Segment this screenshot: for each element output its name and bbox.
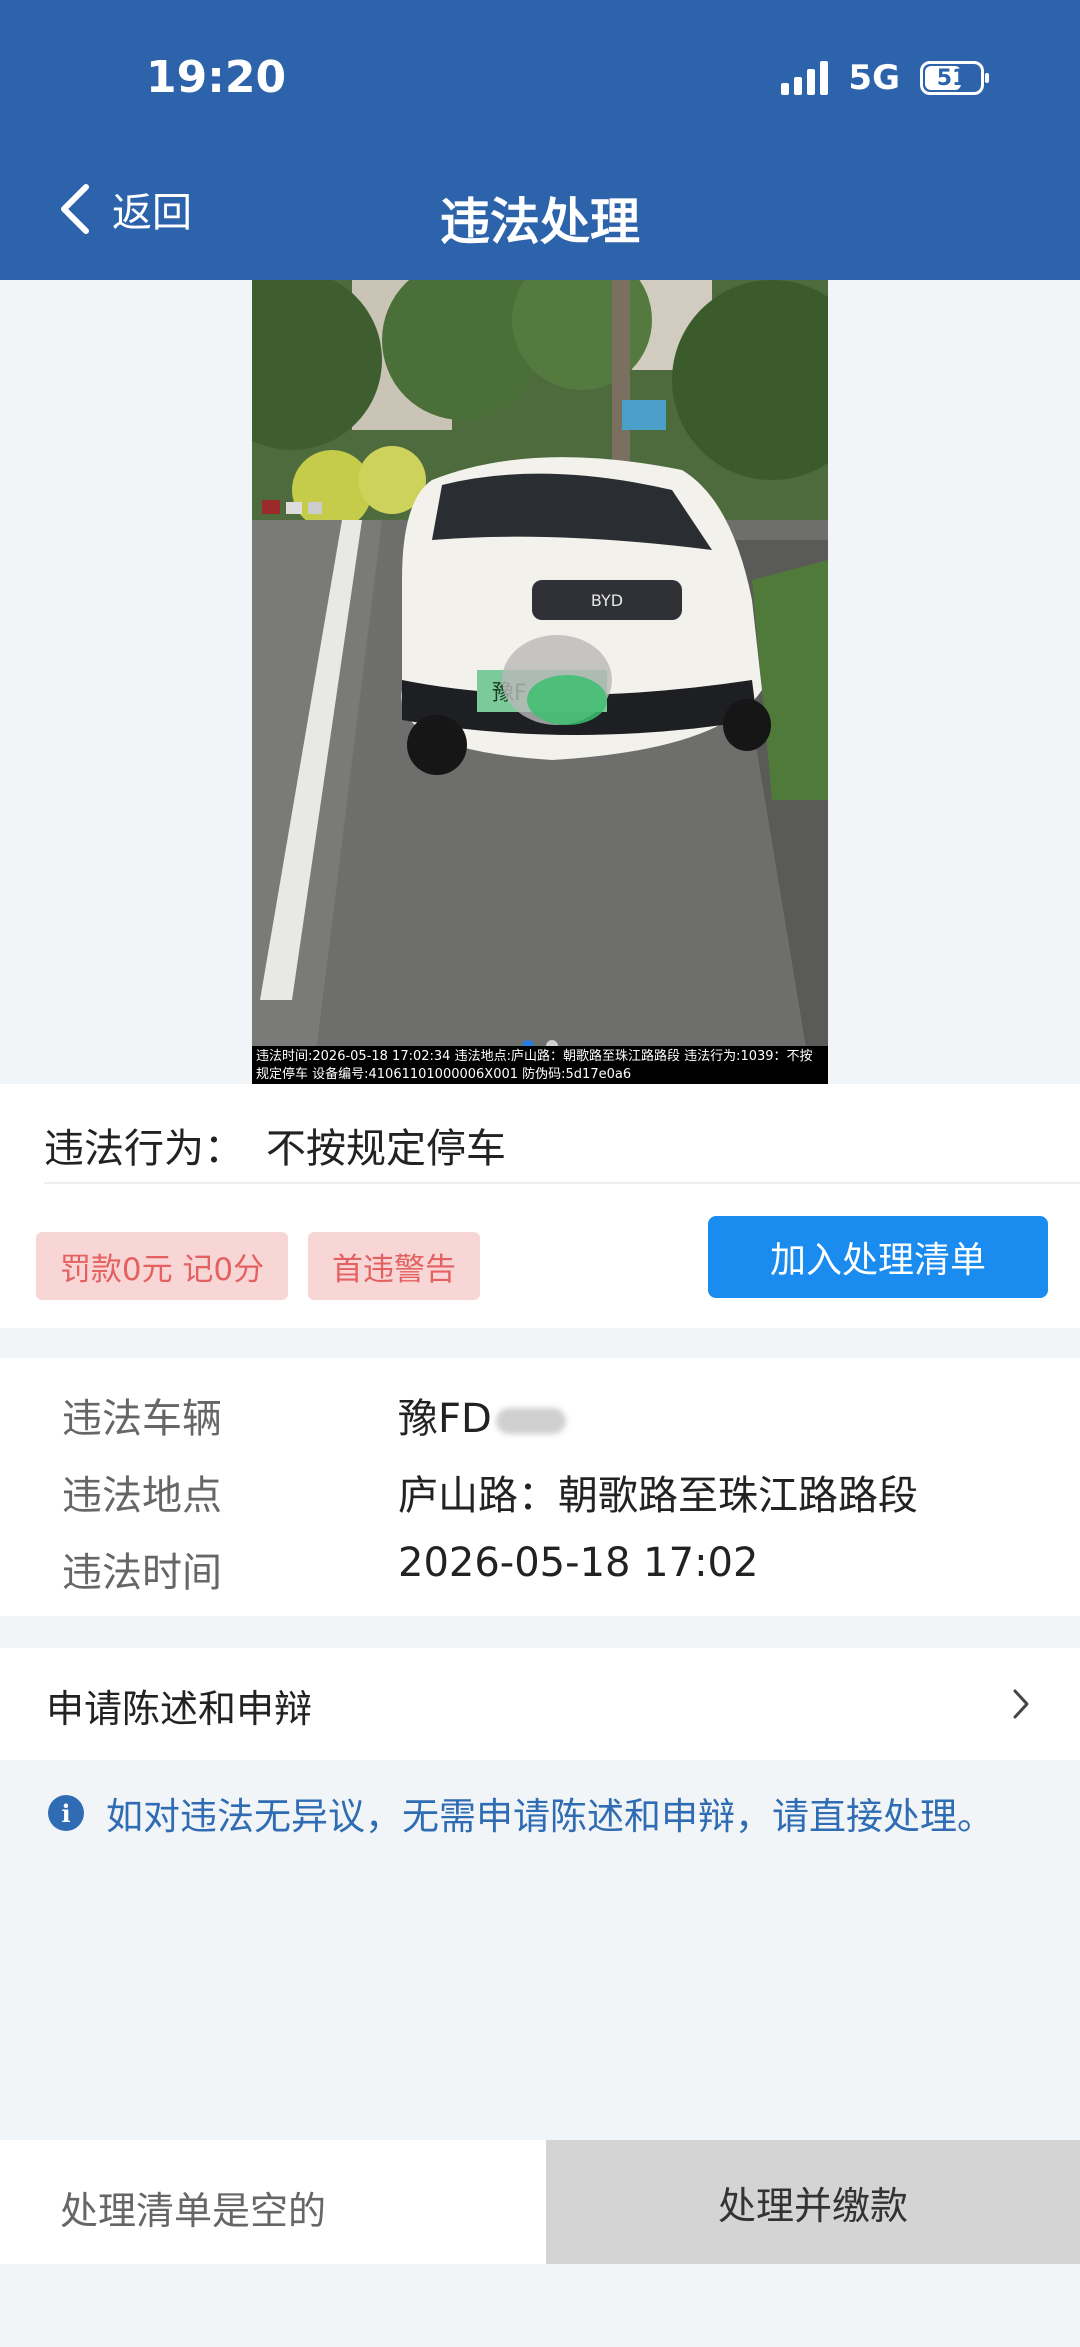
status-indicators: 5G 51 bbox=[781, 58, 989, 98]
detail-value: 庐山路：朝歌路至珠江路路段 bbox=[398, 1473, 918, 1519]
fine-points-badge: 罚款0元 记0分 bbox=[36, 1232, 288, 1300]
page-title: 违法处理 bbox=[440, 193, 640, 251]
behavior-label: 违法行为： bbox=[44, 1126, 244, 1172]
detail-value: 2026-05-18 17:02 bbox=[398, 1540, 759, 1586]
car-photo-image: BYD 豫F· bbox=[252, 280, 828, 1084]
processing-list-summary: 处理清单是空的 bbox=[0, 2140, 546, 2264]
photo-caption: 违法时间:2026-05-18 17:02:34 违法地点:庐山路：朝歌路至珠江… bbox=[252, 1046, 828, 1084]
empty-list-text: 处理清单是空的 bbox=[60, 2189, 327, 2233]
appeal-row[interactable]: 申请陈述和申辩 bbox=[0, 1648, 1080, 1760]
network-type: 5G bbox=[848, 58, 900, 98]
process-and-pay-button[interactable]: 处理并缴款 bbox=[546, 2140, 1080, 2264]
appeal-label: 申请陈述和申辩 bbox=[46, 1687, 313, 1731]
notice-text: 如对违法无异议，无需申请陈述和申辩，请直接处理。 bbox=[106, 1795, 994, 1838]
divider bbox=[44, 1182, 1080, 1184]
violation-card: 违法行为： 不按规定停车 罚款0元 记0分 首违警告 加入处理清单 bbox=[0, 1084, 1080, 1328]
violation-behavior: 违法行为： 不按规定停车 bbox=[44, 1116, 506, 1174]
detail-label: 违法车辆 bbox=[62, 1396, 222, 1442]
signal-icon bbox=[781, 61, 829, 95]
detail-row-location: 违法地点 庐山路：朝歌路至珠江路路段 bbox=[62, 1463, 918, 1521]
behavior-value: 不按规定停车 bbox=[266, 1126, 506, 1172]
battery-level: 51 bbox=[936, 65, 968, 91]
battery-icon: 51 bbox=[920, 61, 989, 95]
app-header: 19:20 5G 51 返回 违法处理 bbox=[0, 0, 1080, 280]
detail-label: 违法时间 bbox=[62, 1550, 222, 1596]
notice: i 如对违法无异议，无需申请陈述和申辩，请直接处理。 bbox=[48, 1786, 994, 1840]
first-warning-badge: 首违警告 bbox=[308, 1232, 480, 1300]
detail-row-time: 违法时间 2026-05-18 17:02 bbox=[62, 1540, 758, 1598]
detail-label: 违法地点 bbox=[62, 1473, 222, 1519]
chevron-right-icon bbox=[1013, 1689, 1029, 1719]
status-time: 19:20 bbox=[146, 52, 287, 103]
violation-details: 违法车辆 豫FD 违法地点 庐山路：朝歌路至珠江路路段 违法时间 2026-05… bbox=[0, 1358, 1080, 1616]
svg-text:BYD: BYD bbox=[591, 591, 623, 610]
violation-photo[interactable]: BYD 豫F· 违法时间:2026-05-18 17:02:34 违法地点:庐山… bbox=[252, 280, 828, 1084]
add-to-list-button[interactable]: 加入处理清单 bbox=[708, 1216, 1048, 1298]
info-icon: i bbox=[48, 1795, 84, 1831]
detail-row-vehicle: 违法车辆 豫FD bbox=[62, 1386, 566, 1444]
detail-value: 豫FD bbox=[398, 1386, 566, 1444]
